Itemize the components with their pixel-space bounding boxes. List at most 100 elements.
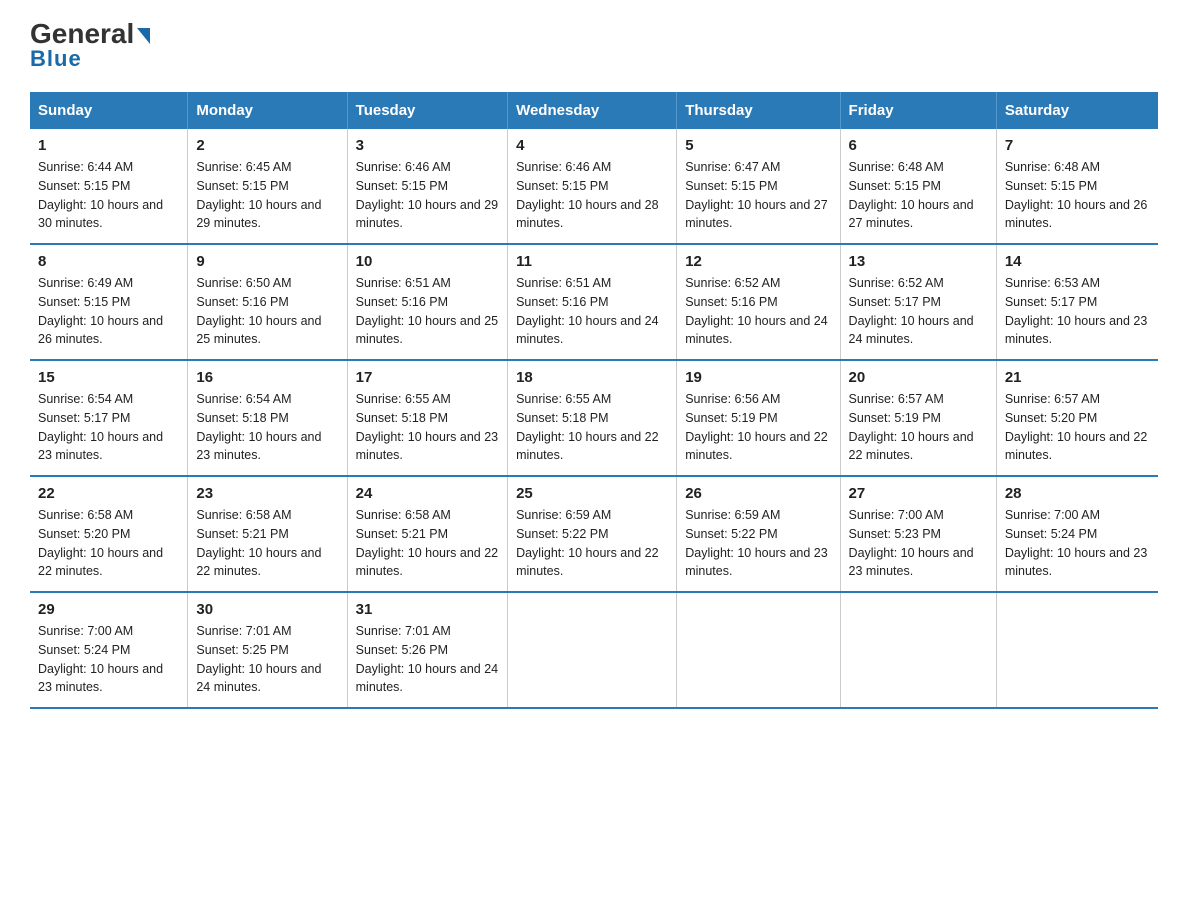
calendar-cell: 6 Sunrise: 6:48 AMSunset: 5:15 PMDaylight… xyxy=(840,129,996,244)
day-number: 17 xyxy=(356,369,499,386)
calendar-cell: 31 Sunrise: 7:01 AMSunset: 5:26 PMDayligh… xyxy=(347,592,507,708)
calendar-cell: 1 Sunrise: 6:44 AMSunset: 5:15 PMDaylight… xyxy=(30,129,188,244)
calendar-cell: 18 Sunrise: 6:55 AMSunset: 5:18 PMDayligh… xyxy=(508,360,677,476)
calendar-cell: 13 Sunrise: 6:52 AMSunset: 5:17 PMDayligh… xyxy=(840,244,996,360)
day-number: 9 xyxy=(196,253,338,270)
day-info: Sunrise: 6:58 AMSunset: 5:21 PMDaylight:… xyxy=(356,506,499,581)
day-number: 20 xyxy=(849,369,988,386)
calendar-cell xyxy=(677,592,840,708)
day-info: Sunrise: 6:54 AMSunset: 5:18 PMDaylight:… xyxy=(196,390,338,465)
day-info: Sunrise: 6:46 AMSunset: 5:15 PMDaylight:… xyxy=(516,158,668,233)
header-monday: Monday xyxy=(188,92,347,129)
calendar-cell: 17 Sunrise: 6:55 AMSunset: 5:18 PMDayligh… xyxy=(347,360,507,476)
day-info: Sunrise: 6:53 AMSunset: 5:17 PMDaylight:… xyxy=(1005,274,1150,349)
calendar-cell: 24 Sunrise: 6:58 AMSunset: 5:21 PMDayligh… xyxy=(347,476,507,592)
day-number: 12 xyxy=(685,253,831,270)
calendar-cell: 19Sunrise: 6:56 AMSunset: 5:19 PMDayligh… xyxy=(677,360,840,476)
day-number: 25 xyxy=(516,485,668,502)
calendar-cell: 16Sunrise: 6:54 AMSunset: 5:18 PMDayligh… xyxy=(188,360,347,476)
day-info: Sunrise: 6:49 AMSunset: 5:15 PMDaylight:… xyxy=(38,274,179,349)
day-info: Sunrise: 7:00 AMSunset: 5:24 PMDaylight:… xyxy=(1005,506,1150,581)
day-info: Sunrise: 6:44 AMSunset: 5:15 PMDaylight:… xyxy=(38,158,179,233)
calendar-cell: 23 Sunrise: 6:58 AMSunset: 5:21 PMDayligh… xyxy=(188,476,347,592)
calendar-week-row: 15Sunrise: 6:54 AMSunset: 5:17 PMDayligh… xyxy=(30,360,1158,476)
day-number: 24 xyxy=(356,485,499,502)
calendar-cell: 4 Sunrise: 6:46 AMSunset: 5:15 PMDaylight… xyxy=(508,129,677,244)
day-number: 5 xyxy=(685,137,831,154)
header-friday: Friday xyxy=(840,92,996,129)
day-info: Sunrise: 6:52 AMSunset: 5:17 PMDaylight:… xyxy=(849,274,988,349)
day-info: Sunrise: 6:55 AMSunset: 5:18 PMDaylight:… xyxy=(516,390,668,465)
day-info: Sunrise: 6:45 AMSunset: 5:15 PMDaylight:… xyxy=(196,158,338,233)
day-info: Sunrise: 6:57 AMSunset: 5:19 PMDaylight:… xyxy=(849,390,988,465)
day-number: 23 xyxy=(196,485,338,502)
calendar-cell: 11 Sunrise: 6:51 AMSunset: 5:16 PMDayligh… xyxy=(508,244,677,360)
day-info: Sunrise: 6:46 AMSunset: 5:15 PMDaylight:… xyxy=(356,158,499,233)
day-number: 7 xyxy=(1005,137,1150,154)
day-number: 2 xyxy=(196,137,338,154)
day-info: Sunrise: 6:58 AMSunset: 5:21 PMDaylight:… xyxy=(196,506,338,581)
calendar-cell: 28 Sunrise: 7:00 AMSunset: 5:24 PMDayligh… xyxy=(996,476,1158,592)
calendar-cell: 21Sunrise: 6:57 AMSunset: 5:20 PMDayligh… xyxy=(996,360,1158,476)
day-number: 11 xyxy=(516,253,668,270)
day-number: 19 xyxy=(685,369,831,386)
day-number: 3 xyxy=(356,137,499,154)
calendar-cell xyxy=(508,592,677,708)
day-number: 22 xyxy=(38,485,179,502)
day-info: Sunrise: 6:59 AMSunset: 5:22 PMDaylight:… xyxy=(685,506,831,581)
calendar-cell xyxy=(996,592,1158,708)
day-info: Sunrise: 6:51 AMSunset: 5:16 PMDaylight:… xyxy=(516,274,668,349)
calendar-cell: 25 Sunrise: 6:59 AMSunset: 5:22 PMDayligh… xyxy=(508,476,677,592)
calendar-cell: 5Sunrise: 6:47 AMSunset: 5:15 PMDaylight… xyxy=(677,129,840,244)
day-info: Sunrise: 6:54 AMSunset: 5:17 PMDaylight:… xyxy=(38,390,179,465)
day-info: Sunrise: 6:55 AMSunset: 5:18 PMDaylight:… xyxy=(356,390,499,465)
day-number: 6 xyxy=(849,137,988,154)
day-number: 18 xyxy=(516,369,668,386)
calendar-week-row: 29 Sunrise: 7:00 AMSunset: 5:24 PMDayligh… xyxy=(30,592,1158,708)
calendar-cell: 3 Sunrise: 6:46 AMSunset: 5:15 PMDaylight… xyxy=(347,129,507,244)
header-sunday: Sunday xyxy=(30,92,188,129)
day-number: 1 xyxy=(38,137,179,154)
day-info: Sunrise: 6:59 AMSunset: 5:22 PMDaylight:… xyxy=(516,506,668,581)
day-info: Sunrise: 7:01 AMSunset: 5:26 PMDaylight:… xyxy=(356,622,499,697)
header-thursday: Thursday xyxy=(677,92,840,129)
calendar-cell: 7 Sunrise: 6:48 AMSunset: 5:15 PMDaylight… xyxy=(996,129,1158,244)
day-number: 29 xyxy=(38,601,179,618)
day-number: 4 xyxy=(516,137,668,154)
day-info: Sunrise: 6:50 AMSunset: 5:16 PMDaylight:… xyxy=(196,274,338,349)
calendar-cell: 20 Sunrise: 6:57 AMSunset: 5:19 PMDayligh… xyxy=(840,360,996,476)
day-info: Sunrise: 7:00 AMSunset: 5:24 PMDaylight:… xyxy=(38,622,179,697)
calendar-cell: 9 Sunrise: 6:50 AMSunset: 5:16 PMDaylight… xyxy=(188,244,347,360)
header-tuesday: Tuesday xyxy=(347,92,507,129)
header-wednesday: Wednesday xyxy=(508,92,677,129)
calendar-header-row: SundayMondayTuesdayWednesdayThursdayFrid… xyxy=(30,92,1158,129)
calendar-cell: 14 Sunrise: 6:53 AMSunset: 5:17 PMDayligh… xyxy=(996,244,1158,360)
calendar-cell: 26 Sunrise: 6:59 AMSunset: 5:22 PMDayligh… xyxy=(677,476,840,592)
day-number: 27 xyxy=(849,485,988,502)
calendar-cell xyxy=(840,592,996,708)
day-number: 31 xyxy=(356,601,499,618)
day-number: 14 xyxy=(1005,253,1150,270)
calendar-week-row: 1 Sunrise: 6:44 AMSunset: 5:15 PMDaylight… xyxy=(30,129,1158,244)
logo: General Blue xyxy=(30,20,150,72)
day-info: Sunrise: 6:48 AMSunset: 5:15 PMDaylight:… xyxy=(849,158,988,233)
day-info: Sunrise: 6:57 AMSunset: 5:20 PMDaylight:… xyxy=(1005,390,1150,465)
day-info: Sunrise: 6:52 AMSunset: 5:16 PMDaylight:… xyxy=(685,274,831,349)
day-number: 13 xyxy=(849,253,988,270)
calendar-table: SundayMondayTuesdayWednesdayThursdayFrid… xyxy=(30,92,1158,709)
calendar-week-row: 22 Sunrise: 6:58 AMSunset: 5:20 PMDayligh… xyxy=(30,476,1158,592)
calendar-week-row: 8 Sunrise: 6:49 AMSunset: 5:15 PMDaylight… xyxy=(30,244,1158,360)
header-saturday: Saturday xyxy=(996,92,1158,129)
day-number: 28 xyxy=(1005,485,1150,502)
calendar-cell: 30Sunrise: 7:01 AMSunset: 5:25 PMDayligh… xyxy=(188,592,347,708)
day-info: Sunrise: 6:48 AMSunset: 5:15 PMDaylight:… xyxy=(1005,158,1150,233)
day-info: Sunrise: 7:01 AMSunset: 5:25 PMDaylight:… xyxy=(196,622,338,697)
calendar-cell: 10Sunrise: 6:51 AMSunset: 5:16 PMDayligh… xyxy=(347,244,507,360)
calendar-cell: 12 Sunrise: 6:52 AMSunset: 5:16 PMDayligh… xyxy=(677,244,840,360)
day-number: 8 xyxy=(38,253,179,270)
day-number: 26 xyxy=(685,485,831,502)
day-info: Sunrise: 6:58 AMSunset: 5:20 PMDaylight:… xyxy=(38,506,179,581)
calendar-cell: 22 Sunrise: 6:58 AMSunset: 5:20 PMDayligh… xyxy=(30,476,188,592)
logo-top: General xyxy=(30,20,150,48)
calendar-cell: 2 Sunrise: 6:45 AMSunset: 5:15 PMDaylight… xyxy=(188,129,347,244)
